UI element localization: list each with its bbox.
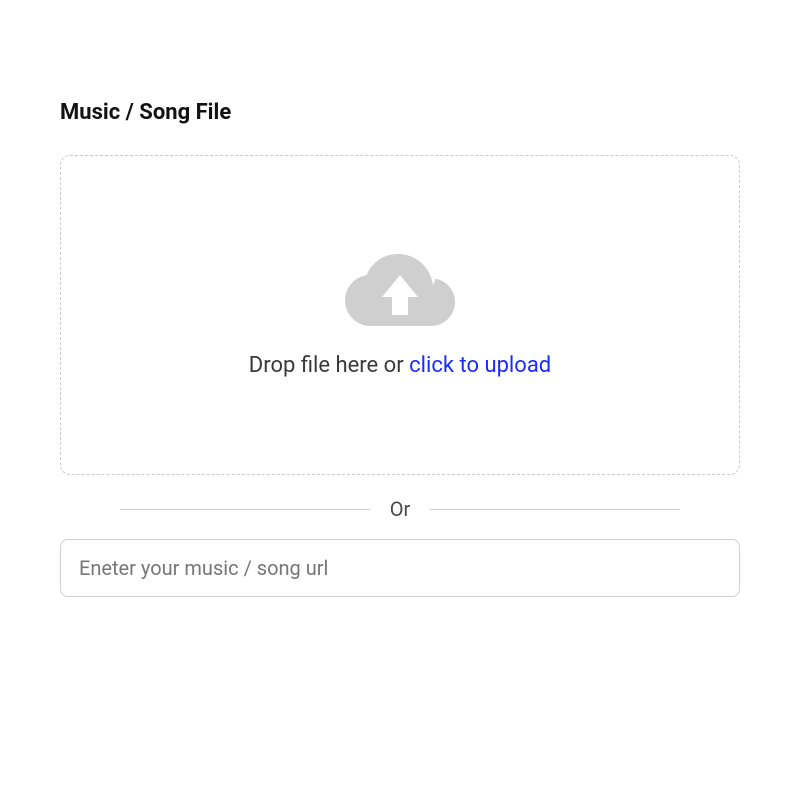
divider-line-left: [120, 509, 370, 510]
music-url-input[interactable]: [60, 539, 740, 597]
section-title: Music / Song File: [60, 100, 740, 125]
upload-section: Music / Song File Drop file here or clic…: [0, 0, 800, 597]
divider-line-right: [430, 509, 680, 510]
dropzone-prompt-text: Drop file here or: [249, 353, 409, 378]
dropzone-prompt: Drop file here or click to upload: [249, 353, 551, 378]
file-dropzone[interactable]: Drop file here or click to upload: [60, 155, 740, 475]
or-divider: Or: [120, 497, 680, 521]
click-to-upload-link[interactable]: click to upload: [409, 353, 551, 378]
divider-label: Or: [390, 497, 411, 521]
cloud-upload-icon: [345, 253, 455, 335]
